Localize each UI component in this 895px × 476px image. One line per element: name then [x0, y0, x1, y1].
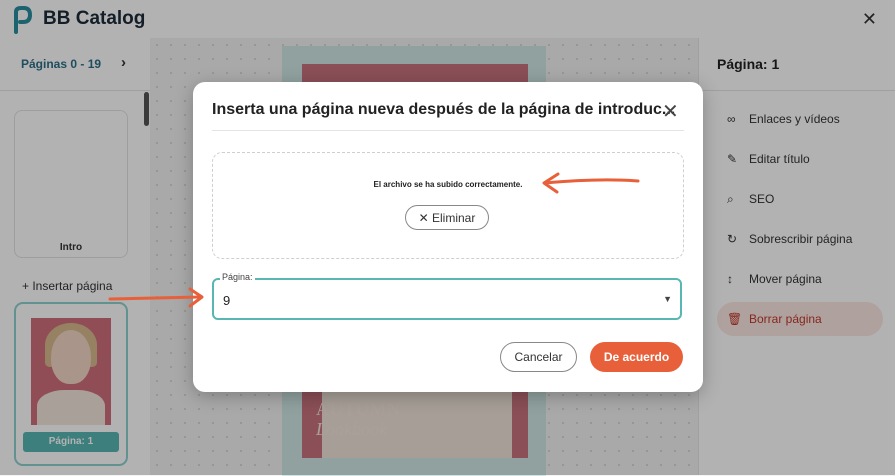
upload-dropzone[interactable]: El archivo se ha subido correctamente. ✕… [212, 152, 684, 259]
divider [212, 130, 684, 131]
upload-success-message: El archivo se ha subido correctamente. [373, 180, 523, 189]
insert-page-dialog: Inserta una página nueva después de la p… [193, 82, 703, 392]
cancel-button[interactable]: Cancelar [500, 342, 577, 372]
page-select-label: Página: [220, 272, 255, 282]
confirm-button[interactable]: De acuerdo [590, 342, 683, 372]
caret-down-icon: ▼ [663, 294, 672, 304]
dialog-title: Inserta una página nueva después de la p… [212, 101, 676, 118]
page-select[interactable]: Página: 9 ▼ [212, 272, 682, 320]
page-select-value: 9 [223, 293, 231, 308]
close-icon[interactable]: ✕ [662, 99, 679, 124]
remove-file-button[interactable]: ✕ Eliminar [405, 205, 489, 230]
